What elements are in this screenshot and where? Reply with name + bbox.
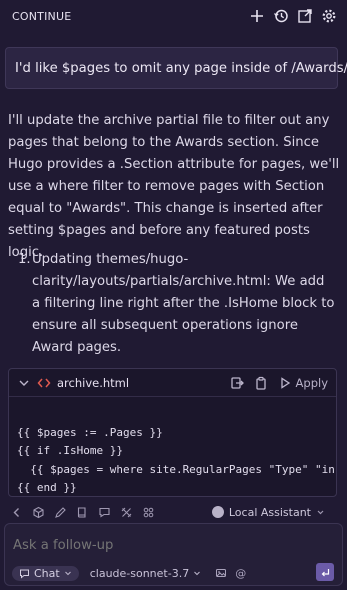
step-text: Updating themes/hugo-clarity/layouts/par… [32, 252, 335, 355]
assistant-selector-label: Local Assistant [228, 505, 311, 519]
code-line: {{ if .IsHome }} [17, 444, 123, 457]
model-selector[interactable]: claude-sonnet-3.7 [90, 567, 201, 580]
panel-title: CONTINUE [12, 9, 72, 23]
code-content[interactable]: {{ $pages := .Pages }} {{ if .IsHome }} {… [9, 397, 337, 496]
tools-icon[interactable] [120, 506, 133, 519]
play-icon [278, 376, 292, 390]
mode-label: Chat [34, 566, 60, 580]
gear-icon[interactable] [321, 8, 337, 24]
list-item: 1. Updating themes/hugo-clarity/layouts/… [18, 249, 336, 359]
user-message-text: I'd like $pages to omit any page inside … [15, 60, 347, 76]
enter-icon [320, 567, 331, 578]
user-message[interactable]: I'd like $pages to omit any page inside … [5, 47, 347, 89]
code-block: archive.html Apply {{ $pages := .Pages }… [8, 368, 337, 497]
step-number: 1. [18, 252, 31, 267]
model-label: claude-sonnet-3.7 [89, 566, 190, 580]
code-line: {{ $pages = where site.RegularPages "Typ… [17, 462, 337, 476]
at-mention-icon[interactable]: @ [235, 567, 246, 580]
copy-icon[interactable] [254, 376, 268, 390]
follow-up-input[interactable] [13, 538, 313, 553]
apply-label: Apply [295, 375, 328, 390]
insert-at-cursor-icon[interactable] [230, 376, 244, 390]
history-icon[interactable] [273, 8, 289, 24]
image-icon[interactable] [215, 567, 227, 579]
code-tag-icon [37, 376, 51, 390]
chat-input-box: Chat claude-sonnet-3.7 @ [4, 523, 343, 586]
comment-icon[interactable] [98, 506, 111, 519]
header-actions [249, 8, 337, 24]
apply-button[interactable]: Apply [278, 376, 328, 390]
input-footer: Chat claude-sonnet-3.7 @ [12, 563, 336, 582]
chevron-down-icon [64, 569, 72, 577]
open-external-icon[interactable] [297, 8, 313, 24]
assistant-selector[interactable]: Local Assistant [211, 505, 325, 519]
code-filename[interactable]: archive.html [57, 376, 129, 390]
code-line: {{ end }} [17, 481, 77, 494]
steps-list: 1. Updating themes/hugo-clarity/layouts/… [18, 249, 336, 359]
chevron-down-icon [193, 569, 201, 577]
grid-icon[interactable] [142, 506, 155, 519]
plus-icon[interactable] [249, 8, 265, 24]
book-icon[interactable] [76, 506, 89, 519]
code-line: {{ $pages := .Pages }} [17, 425, 163, 439]
assistant-paragraph: I'll update the archive partial file to … [8, 113, 340, 260]
chat-bubble-icon [19, 568, 30, 579]
panel-header: CONTINUE [0, 0, 347, 32]
submit-button[interactable] [316, 563, 334, 581]
pencil-icon[interactable] [54, 506, 67, 519]
mode-selector[interactable]: Chat [12, 565, 79, 581]
code-block-header: archive.html Apply [9, 369, 336, 397]
input-toolbar: Local Assistant [0, 501, 347, 523]
chevron-left-icon[interactable] [10, 506, 23, 519]
assistant-avatar-icon [211, 506, 224, 518]
chevron-down-icon[interactable] [17, 376, 31, 390]
cube-icon[interactable] [32, 506, 45, 519]
chevron-down-icon [316, 508, 325, 517]
